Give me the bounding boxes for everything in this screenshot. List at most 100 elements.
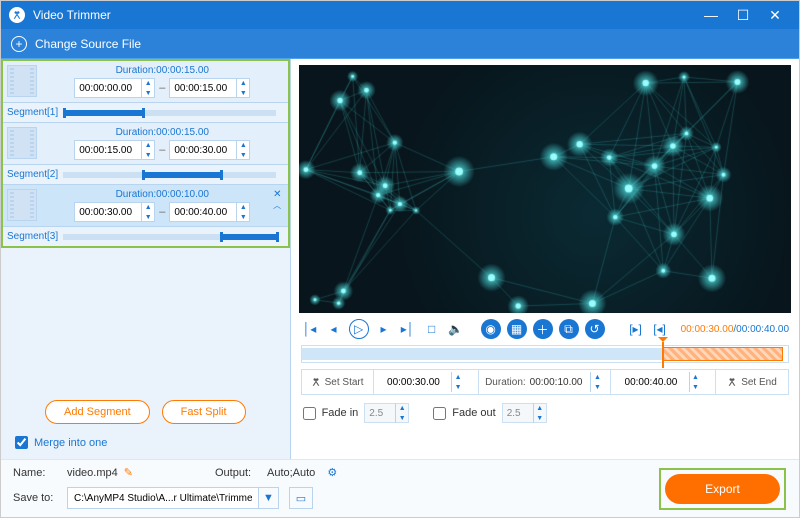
film-icon (7, 65, 37, 97)
fade-in-value[interactable]: ▲▼ (364, 403, 409, 423)
grid-icon[interactable]: ▦ (507, 319, 527, 339)
segment-track[interactable] (63, 172, 276, 178)
range-start-input[interactable]: ▲▼ (374, 370, 479, 394)
name-value: video.mp4 (67, 467, 118, 479)
pencil-icon[interactable]: ✎ (124, 466, 133, 479)
film-icon (7, 189, 37, 221)
fade-out-label: Fade out (452, 407, 495, 419)
segment-track[interactable] (63, 110, 276, 116)
chevron-down-icon[interactable]: ▼ (237, 150, 249, 160)
fade-row: Fade in ▲▼ Fade out ▲▼ (291, 395, 799, 431)
segment-label: Segment[1] (7, 107, 63, 118)
title-bar: Video Trimmer — ☐ ✕ (1, 1, 799, 29)
range-end-input[interactable]: ▲▼ (611, 370, 716, 394)
volume-icon[interactable]: 🔈 (447, 320, 465, 338)
left-panel: Duration:00:00:15.00 ▲▼ – ▲▼ (1, 59, 291, 459)
fade-in-checkbox[interactable] (303, 407, 316, 420)
chevron-up-icon[interactable]: ▲ (396, 403, 408, 413)
chevron-up-icon[interactable]: ▲ (237, 202, 249, 212)
chevron-up-icon[interactable]: ▲ (452, 372, 464, 382)
segment-end-input[interactable]: ▲▼ (169, 78, 250, 98)
next-frame-icon[interactable]: ▸ (375, 320, 393, 338)
timeline-cursor[interactable] (662, 342, 664, 368)
set-start-button[interactable]: Set Start (302, 370, 374, 394)
merge-row: Merge into one (1, 432, 290, 459)
app-icon (9, 7, 25, 23)
gear-icon[interactable]: ⚙ (327, 466, 337, 479)
chevron-up-icon[interactable]: ▲ (237, 140, 249, 150)
prev-frame-icon[interactable]: ◂ (325, 320, 343, 338)
range-duration: Duration:00:00:10.00 ▲▼ (479, 370, 612, 394)
plus-icon[interactable]: + (11, 36, 27, 52)
merge-label: Merge into one (34, 437, 107, 449)
saveto-input[interactable] (68, 488, 258, 508)
main-area: Duration:00:00:15.00 ▲▼ – ▲▼ (1, 59, 799, 459)
segment-row[interactable]: Duration:00:00:15.00 ▲▼ – ▲▼ (3, 123, 288, 185)
play-icon[interactable]: ▷ (349, 319, 369, 339)
chevron-down-icon[interactable]: ▼ (452, 382, 464, 392)
app-title: Video Trimmer (33, 8, 695, 22)
chevron-up-icon[interactable]: ▲ (142, 202, 154, 212)
segment-row[interactable]: Duration:00:00:10.00 ▲▼ – ▲▼ (3, 185, 288, 246)
minimize-button[interactable]: — (695, 7, 727, 23)
right-panel: │◂ ◂ ▷ ▸ ▸│ □ 🔈 ◉ ▦ ＋ ⧉ ↺ [▸] [◂] 00:00:… (291, 59, 799, 459)
browse-folder-button[interactable]: ▭ (289, 487, 313, 509)
change-source-link[interactable]: Change Source File (35, 37, 141, 51)
chevron-down-icon[interactable]: ▼ (690, 382, 702, 392)
segment-duration: Duration:00:00:15.00 (41, 127, 284, 138)
segment-start-input[interactable]: ▲▼ (74, 78, 155, 98)
chevron-down-icon[interactable]: ▼ (142, 88, 154, 98)
mark-out-icon[interactable]: [◂] (651, 320, 669, 338)
segment-label: Segment[3] (7, 231, 63, 242)
chevron-up-icon[interactable]: ▲ (142, 140, 154, 150)
fast-split-button[interactable]: Fast Split (162, 400, 246, 424)
chevron-down-icon[interactable]: ▼ (396, 413, 408, 423)
maximize-button[interactable]: ☐ (727, 7, 759, 24)
segment-row[interactable]: Duration:00:00:15.00 ▲▼ – ▲▼ (3, 61, 288, 123)
chevron-up-icon[interactable]: ▲ (690, 372, 702, 382)
segment-collapse-icon[interactable]: ︿ (273, 200, 281, 211)
mark-in-icon[interactable]: [▸] (627, 320, 645, 338)
stop-icon[interactable]: □ (423, 320, 441, 338)
segment-start-input[interactable]: ▲▼ (74, 202, 155, 222)
segment-delete-icon[interactable]: ✕ (273, 189, 281, 200)
add-icon[interactable]: ＋ (533, 319, 553, 339)
merge-checkbox[interactable] (15, 436, 28, 449)
time-display: 00:00:30.00/00:00:40.00 (681, 324, 789, 335)
segments-list: Duration:00:00:15.00 ▲▼ – ▲▼ (1, 59, 290, 248)
camera-icon[interactable]: ◉ (481, 319, 501, 339)
segment-label: Segment[2] (7, 169, 63, 180)
chevron-up-icon[interactable]: ▲ (142, 78, 154, 88)
chevron-down-icon[interactable]: ▼ (142, 150, 154, 160)
saveto-combo[interactable]: ▼ (67, 487, 279, 509)
undo-icon[interactable]: ↺ (585, 319, 605, 339)
skip-end-icon[interactable]: ▸│ (399, 320, 417, 338)
fade-out-checkbox[interactable] (433, 407, 446, 420)
export-button[interactable]: Export (665, 474, 780, 504)
segment-end-input[interactable]: ▲▼ (169, 202, 250, 222)
chevron-down-icon[interactable]: ▼ (258, 488, 278, 508)
timeline[interactable] (301, 345, 789, 363)
fade-out-value[interactable]: ▲▼ (502, 403, 547, 423)
skip-start-icon[interactable]: │◂ (301, 320, 319, 338)
app-window: Video Trimmer — ☐ ✕ + Change Source File… (0, 0, 800, 518)
add-segment-button[interactable]: Add Segment (45, 400, 150, 424)
chevron-down-icon[interactable]: ▼ (591, 382, 603, 392)
name-label: Name: (13, 467, 61, 479)
close-button[interactable]: ✕ (759, 7, 791, 24)
segment-track[interactable] (63, 234, 276, 240)
output-label: Output: (215, 467, 261, 479)
chevron-down-icon[interactable]: ▼ (142, 212, 154, 222)
segment-start-input[interactable]: ▲▼ (74, 140, 155, 160)
video-preview[interactable] (299, 65, 791, 313)
chevron-up-icon[interactable]: ▲ (237, 78, 249, 88)
chevron-up-icon[interactable]: ▲ (534, 403, 546, 413)
set-end-button[interactable]: Set End (716, 370, 788, 394)
chevron-up-icon[interactable]: ▲ (591, 372, 603, 382)
segment-end-input[interactable]: ▲▼ (169, 140, 250, 160)
chevron-down-icon[interactable]: ▼ (534, 413, 546, 423)
segment-duration: Duration:00:00:15.00 (41, 65, 284, 76)
copy-icon[interactable]: ⧉ (559, 319, 579, 339)
chevron-down-icon[interactable]: ▼ (237, 212, 249, 222)
chevron-down-icon[interactable]: ▼ (237, 88, 249, 98)
